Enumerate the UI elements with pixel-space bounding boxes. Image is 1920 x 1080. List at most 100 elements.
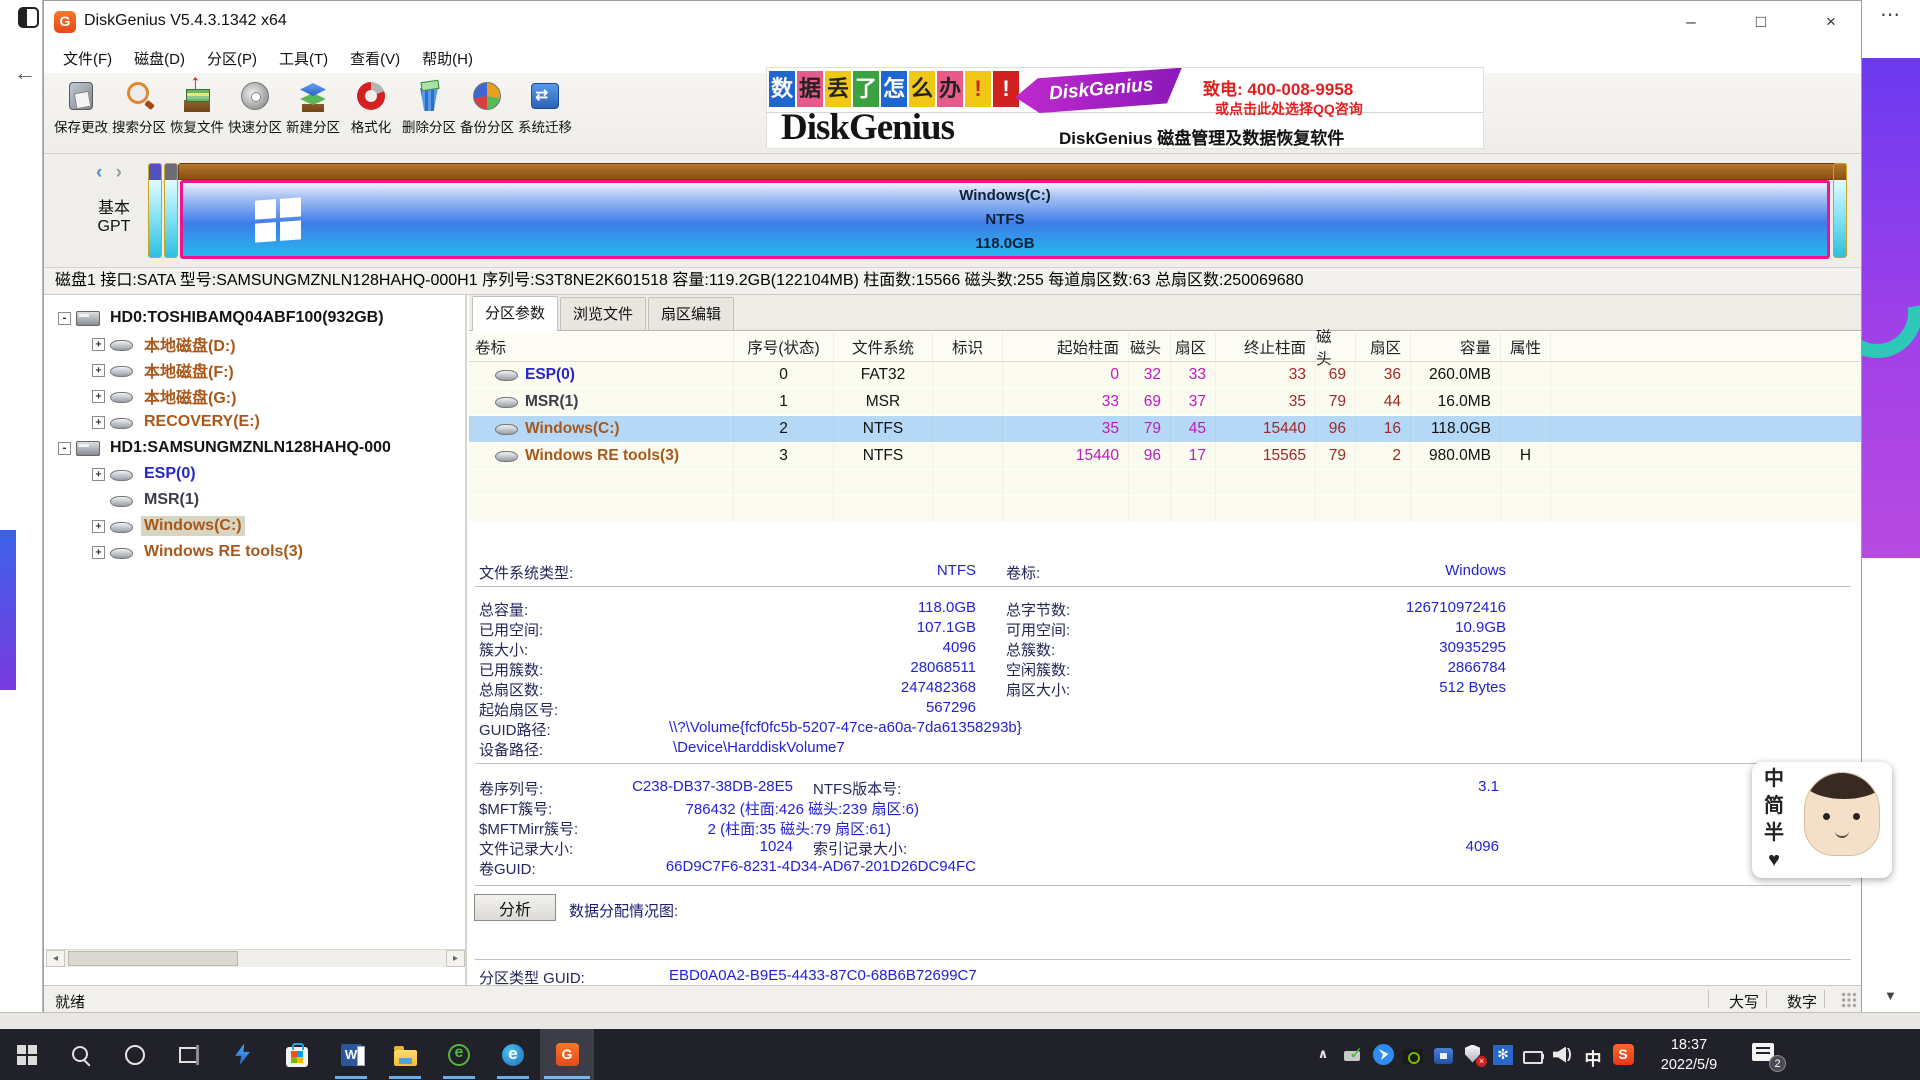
maximize-button[interactable]: □ [1731,1,1791,43]
tree-item[interactable]: - HD0:TOSHIBAMQ04ABF100(932GB) [46,305,465,331]
tray-item[interactable] [1578,1029,1608,1080]
ime-status-widget[interactable]: 中简半♥ [1752,762,1892,878]
tree-item[interactable]: + 本地磁盘(D:) [46,331,465,357]
menu-item[interactable]: 磁盘(D) [123,44,196,73]
tree-item[interactable]: + ESP(0) [46,461,465,487]
partition-row[interactable]: MSR(1) 1 MSR 33 69 37 35 79 44 16.0MB [469,389,1861,416]
title-bar[interactable]: DiskGenius V5.4.3.1342 x64 – □ × [44,1,1861,43]
menu-item[interactable]: 查看(V) [339,44,411,73]
analyze-button[interactable]: 分析 [474,894,556,921]
partition-row[interactable]: Windows(C:) 2 NTFS 35 79 45 15440 96 16 … [469,416,1861,443]
tree-expander[interactable]: + [92,364,105,377]
tree-item-label: HD1:SAMSUNGMZNLN128HAHQ-000 [107,438,394,458]
tray-item[interactable] [1398,1029,1428,1080]
tray-item[interactable] [1518,1029,1548,1080]
tree-item[interactable]: MSR(1) [46,487,465,513]
toolbar-button[interactable]: 格式化 [342,79,400,153]
taskbar-button[interactable] [540,1029,594,1080]
prev-disk-arrow-icon[interactable]: ‹ [96,162,102,183]
close-button[interactable]: × [1801,1,1861,43]
tree-expander[interactable]: - [58,312,71,325]
tray-item[interactable] [1458,1029,1488,1080]
tray-item[interactable] [1308,1029,1338,1080]
toolbar-button[interactable]: 快速分区 [226,79,284,153]
tree-expander[interactable]: + [92,546,105,559]
tree-expander[interactable]: - [58,442,71,455]
partition-bar-esp[interactable] [148,163,162,258]
tree-expander[interactable]: + [92,416,105,429]
partition-bar-windows-selected[interactable]: Windows(C:) NTFS 118.0GB [180,180,1830,259]
taskbar-button[interactable] [162,1029,216,1080]
banner-tile: 据 [797,71,823,107]
tree-horizontal-scrollbar[interactable]: ◂ ▸ [46,949,465,967]
tree-item-label: 本地磁盘(F:) [141,357,237,383]
toolbar-button[interactable]: 保存更改 [52,79,110,153]
resize-grip[interactable] [1841,992,1858,1009]
menu-item[interactable]: 文件(F) [52,44,123,73]
tree-expander[interactable]: + [92,338,105,351]
toolbar-button[interactable]: 恢复文件 [168,79,226,153]
scroll-left-arrow-icon[interactable]: ◂ [46,950,65,967]
part-icon [110,413,136,431]
taskbar-button[interactable] [0,1029,54,1080]
taskbar-clock[interactable]: 18:37 2022/5/9 [1645,1035,1733,1075]
tray-item[interactable] [1368,1029,1398,1080]
migrate-icon [528,79,562,113]
taskbar-button[interactable] [432,1029,486,1080]
taskbar-button[interactable] [108,1029,162,1080]
search-part-icon [122,79,156,113]
taskbar-button[interactable] [54,1029,108,1080]
menu-item[interactable]: 帮助(H) [411,44,484,73]
toolbar-button[interactable]: 备份分区 [458,79,516,153]
tree-expander[interactable]: + [92,390,105,403]
next-disk-arrow-icon[interactable]: › [116,162,122,183]
empty-row [469,496,1861,522]
notification-center-button[interactable]: 2 [1750,1042,1786,1068]
scrollbar-thumb[interactable] [68,951,238,966]
ntfs-version-value: 3.1 [813,778,1499,795]
tree-item[interactable]: + 本地磁盘(G:) [46,383,465,409]
part-icon [110,491,136,509]
tree-expander[interactable]: + [92,468,105,481]
tray-item[interactable] [1488,1029,1518,1080]
back-arrow-icon[interactable]: ← [14,60,36,86]
partition-row[interactable]: ESP(0) 0 FAT32 0 32 33 33 69 36 260.0MB [469,362,1861,389]
menu-item[interactable]: 分区(P) [196,44,268,73]
tree-item[interactable]: + Windows RE tools(3) [46,539,465,565]
more-icon[interactable]: ⋯ [1880,2,1901,27]
tray-item[interactable] [1338,1029,1368,1080]
ad-qq-link[interactable]: 或点击此处选择QQ咨询 [1215,99,1363,119]
tray-item[interactable] [1428,1029,1458,1080]
banner-tile: 丢 [825,71,851,107]
running-indicator [443,1076,475,1079]
file-record-size-value: 1024 [479,838,793,855]
partition-bar-msr[interactable] [164,163,178,258]
taskbar-button[interactable] [270,1029,324,1080]
toolbar-button[interactable]: 搜索分区 [110,79,168,153]
taskbar-button[interactable] [324,1029,378,1080]
scroll-right-arrow-icon[interactable]: ▸ [446,950,465,967]
toolbar-button[interactable]: 删除分区 [400,79,458,153]
taskbar-button[interactable] [216,1029,270,1080]
tree-item[interactable]: + Windows(C:) [46,513,465,539]
tab-browse-files[interactable]: 浏览文件 [560,297,646,330]
taskbar-button[interactable] [378,1029,432,1080]
tab-sector-edit[interactable]: 扇区编辑 [648,297,734,330]
toolbar-button[interactable]: 新建分区 [284,79,342,153]
tree-item[interactable]: - HD1:SAMSUNGMZNLN128HAHQ-000 [46,435,465,461]
tree-item[interactable]: + RECOVERY(E:) [46,409,465,435]
tree-item[interactable]: + 本地磁盘(F:) [46,357,465,383]
taskbar-button[interactable] [486,1029,540,1080]
tree-expander[interactable]: + [92,520,105,533]
ad-banner[interactable]: 数据丢了怎么办!! DiskGenius DiskGenius 致电: 400-… [766,67,1484,149]
empty-row [469,470,1861,496]
dropdown-arrow-icon[interactable]: ▼ [1884,988,1897,1003]
tray-item[interactable] [1608,1029,1638,1080]
minimize-button[interactable]: – [1661,1,1721,43]
toolbar-button[interactable]: 系统迁移 [516,79,574,153]
tray-item[interactable] [1548,1029,1578,1080]
tab-partition-params[interactable]: 分区参数 [472,296,558,331]
partition-bar-re-tools[interactable] [1833,163,1847,258]
partition-row[interactable]: Windows RE tools(3) 3 NTFS 15440 96 17 1… [469,443,1861,470]
menu-item[interactable]: 工具(T) [268,44,339,73]
